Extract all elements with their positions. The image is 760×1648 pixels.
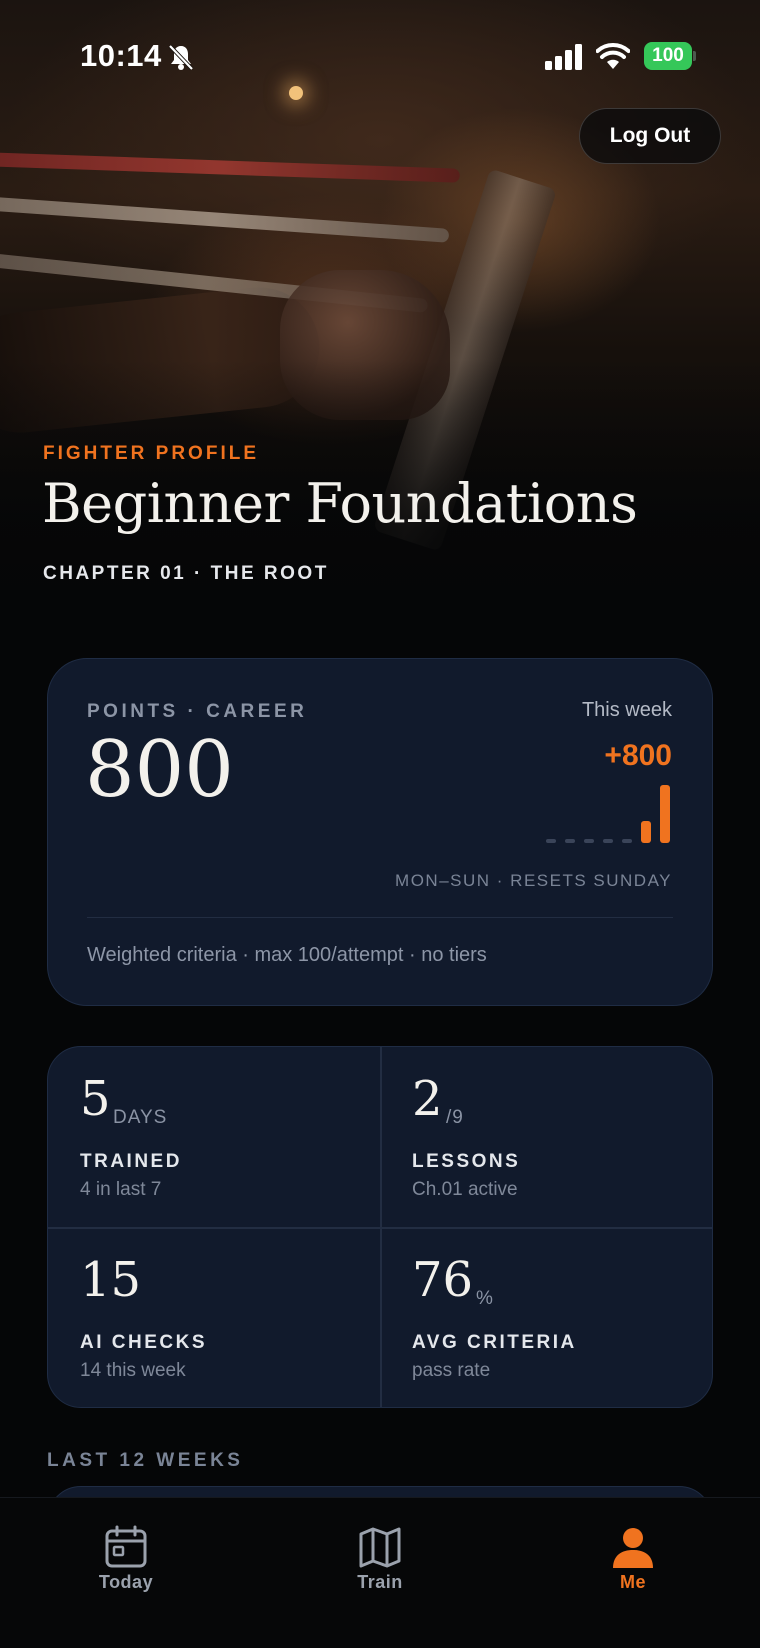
tab-train[interactable]: Train — [315, 1524, 445, 1604]
logout-button[interactable]: Log Out — [579, 108, 721, 164]
points-value: 800 — [85, 725, 234, 815]
stat-value: 15 — [80, 1252, 142, 1308]
calendar-icon — [105, 1525, 147, 1568]
tab-label: Train — [357, 1572, 403, 1592]
person-icon — [613, 1528, 653, 1568]
stat-unit: /9 — [446, 1107, 464, 1128]
week-delta: +800 — [604, 739, 672, 772]
tab-label: Today — [98, 1572, 154, 1592]
chapter-label: CHAPTER 01 · THE ROOT — [43, 563, 329, 584]
battery-tip — [693, 51, 696, 61]
stat-sub: 14 this week — [80, 1360, 186, 1381]
day-bar-empty — [565, 839, 575, 843]
stat-sub: Ch.01 active — [412, 1179, 518, 1200]
hero-rope-white — [0, 196, 450, 243]
points-label: POINTS · CAREER — [87, 701, 308, 722]
week-label: This week — [581, 699, 672, 721]
map-icon — [359, 1527, 401, 1568]
stat-title: AVG CRITERIA — [412, 1332, 577, 1353]
stat-title: TRAINED — [80, 1151, 182, 1172]
stat-unit: DAYS — [113, 1107, 168, 1128]
last-weeks-label: LAST 12 WEEKS — [47, 1450, 244, 1471]
status-time: 10:14 — [80, 38, 162, 73]
wifi-icon — [596, 43, 630, 69]
day-bar — [641, 820, 651, 843]
status-bar: 10:14 100 — [0, 0, 760, 110]
stat-value: 5 — [80, 1071, 111, 1127]
stat-sub: 4 in last 7 — [80, 1179, 162, 1200]
bell-muted-icon — [168, 44, 194, 71]
grid-divider-horizontal — [48, 1227, 712, 1229]
battery-level: 100 — [644, 42, 692, 70]
tab-me[interactable]: Me — [568, 1524, 698, 1604]
page-title: Beginner Foundations — [42, 472, 638, 535]
stat-title: LESSONS — [412, 1151, 521, 1172]
day-bar-empty — [584, 839, 594, 843]
profile-eyebrow: FIGHTER PROFILE — [43, 443, 259, 464]
weekly-points-chart — [546, 785, 670, 843]
stat-ai-checks: 15 AI CHECKS 14 this week — [80, 1232, 380, 1402]
tab-today[interactable]: Today — [61, 1524, 191, 1604]
stat-title: AI CHECKS — [80, 1332, 208, 1353]
day-bar — [660, 785, 670, 843]
stat-trained: 5 DAYS TRAINED 4 in last 7 — [80, 1051, 380, 1221]
stat-sub: pass rate — [412, 1360, 491, 1381]
points-footnote: Weighted criteria · max 100/attempt · no… — [87, 944, 487, 966]
tab-bar: Today Train Me — [0, 1497, 760, 1648]
stat-value: 76 — [412, 1252, 474, 1308]
battery-indicator: 100 — [644, 42, 696, 70]
day-bar-empty — [603, 839, 613, 843]
tab-label: Me — [619, 1572, 646, 1592]
day-bar-empty — [622, 839, 632, 843]
stat-value: 2 — [412, 1071, 443, 1127]
stat-lessons: 2 /9 LESSONS Ch.01 active — [412, 1051, 712, 1221]
stat-avg-criteria: 76 % AVG CRITERIA pass rate — [412, 1232, 712, 1402]
stats-grid: 5 DAYS TRAINED 4 in last 7 2 /9 LESSONS … — [47, 1046, 713, 1408]
card-divider — [87, 917, 673, 918]
week-reset-note: MON–SUN · RESETS SUNDAY — [395, 871, 672, 890]
hero-rope-red — [0, 152, 460, 183]
points-card: POINTS · CAREER 800 This week +800 MON–S… — [47, 658, 713, 1006]
day-bar-empty — [546, 839, 556, 843]
stat-unit: % — [476, 1288, 494, 1309]
signal-icon — [545, 44, 582, 70]
